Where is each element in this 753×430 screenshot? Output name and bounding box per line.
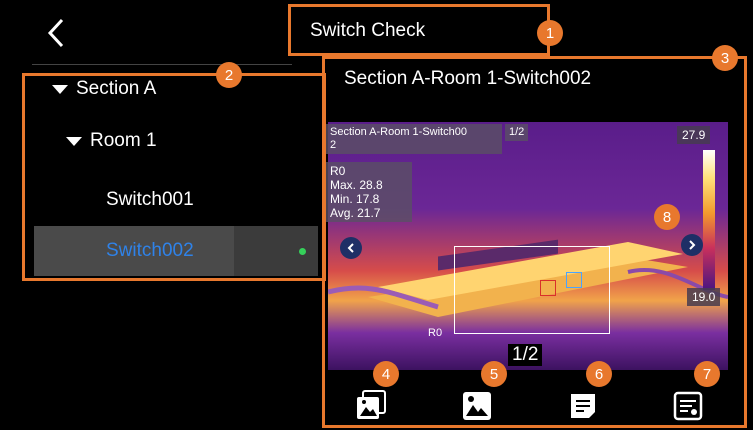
page-indicator-small: 1/2 [505,124,529,141]
back-arrow-icon [47,18,64,48]
sidebar-item-room-1[interactable]: Room 1 [66,130,157,152]
scale-min-value: 19.0 [687,288,721,306]
max-marker [566,272,582,288]
report-icon [673,391,703,421]
min-marker [540,280,556,296]
roi-stats-panel: R0 Max. 28.8 Min. 17.8 Avg. 21.7 [326,162,412,222]
note-icon [571,394,595,418]
image-button[interactable] [462,391,492,421]
image-name-label: Section A-Room 1-Switch00 2 [326,124,502,154]
chevron-right-icon [689,240,696,250]
temperature-scale [703,150,715,290]
sidebar-item-switch001[interactable]: Switch001 [106,189,194,211]
sidebar-item-label: Section A [76,78,157,99]
callout-badge-5: 5 [481,361,507,387]
callout-badge-2: 2 [216,62,242,88]
roi-label: R0 [428,327,443,339]
roi-name: R0 [330,164,346,178]
thermal-image[interactable]: R0 [328,122,728,370]
roi-min: Min. 17.8 [330,192,380,206]
note-button[interactable] [568,391,598,421]
sidebar-item-section-a[interactable]: Section A [52,78,156,100]
roi-rectangle[interactable] [454,246,610,334]
sidebar-item-label: Room 1 [90,130,157,151]
page-title: Switch Check [310,20,426,41]
sidebar-item-label: Switch001 [106,189,194,210]
callout-badge-4: 4 [373,361,399,387]
next-image-button[interactable] [681,234,703,256]
divider [32,64,292,65]
callout-badge-8: 8 [654,204,680,230]
back-button[interactable] [44,16,70,50]
gallery-button[interactable] [355,389,386,419]
callout-badge-3: 3 [712,45,738,71]
expand-arrow-icon [66,136,82,146]
previous-image-button[interactable] [340,237,362,259]
scale-max-value: 27.9 [677,126,711,144]
callout-badge-7: 7 [694,361,720,387]
report-button[interactable] [673,391,703,421]
callout-badge-1: 1 [537,20,563,46]
page-indicator: 1/2 [508,344,543,366]
callout-badge-6: 6 [586,361,612,387]
status-dot [299,248,306,255]
sidebar-item-switch002[interactable]: Switch002 [106,240,194,262]
roi-avg: Avg. 21.7 [330,206,381,220]
expand-arrow-icon [52,84,68,94]
gallery-stack-icon [357,390,386,419]
roi-max: Max. 28.8 [330,178,383,192]
detail-title: Section A-Room 1-Switch002 [344,68,592,89]
chevron-left-icon [347,243,354,253]
sidebar-item-label: Switch002 [106,240,194,261]
image-icon [463,392,491,420]
